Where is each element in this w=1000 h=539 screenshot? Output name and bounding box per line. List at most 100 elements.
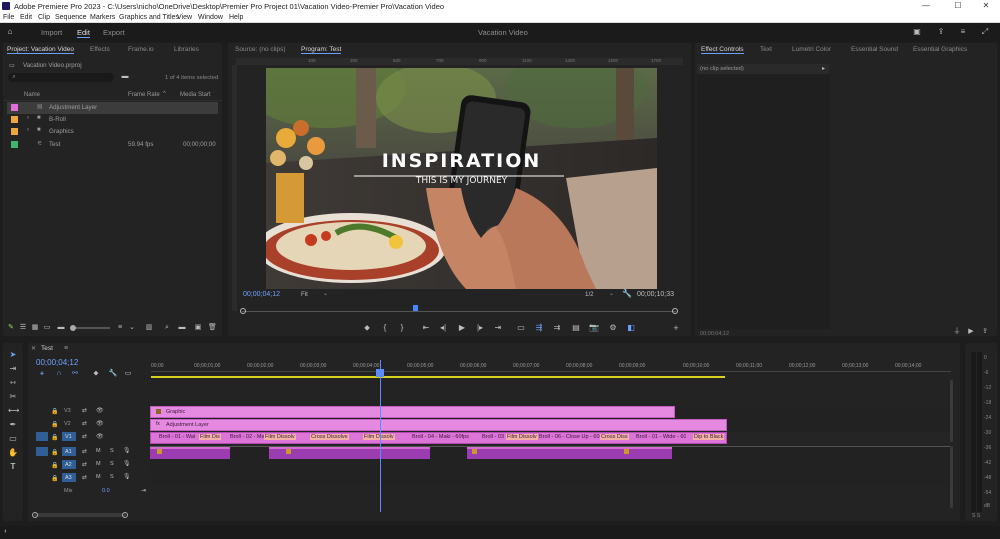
snap-icon[interactable]: ∩ <box>54 369 64 379</box>
transition-film-dissolve[interactable]: Film Dissolv <box>506 434 538 440</box>
audio-clip[interactable] <box>269 447 430 459</box>
project-item-test[interactable]: ⚟ Test 59.94 fps 00;00;00;00 <box>7 139 218 151</box>
clip-adjustment-layer[interactable]: fx Adjustment Layer <box>150 419 727 431</box>
linked-selection-icon[interactable]: ⚯ <box>70 369 80 379</box>
timeline-zoom-scrollbar[interactable] <box>32 512 128 518</box>
tab-export[interactable]: Export <box>103 28 125 37</box>
tab-frameio[interactable]: Frame.io <box>128 46 154 53</box>
list-view-icon[interactable]: ☰ <box>19 323 27 333</box>
clip-broll-06[interactable]: Broll - 06 - Close Up - 60 <box>539 434 600 440</box>
audio-clip[interactable] <box>150 447 230 459</box>
close-sequence-icon[interactable]: ✕ <box>31 345 36 352</box>
microphone-icon[interactable]: 🎙 <box>123 473 131 480</box>
new-bin-icon[interactable]: ▬ <box>120 72 130 82</box>
track-label-a3[interactable]: A3 <box>65 475 72 481</box>
sync-lock-icon[interactable]: ⇄ <box>82 448 87 455</box>
fit-chevron-down-icon[interactable]: ⌄ <box>323 290 328 297</box>
ripple-edit-tool-icon[interactable]: ⇿ <box>8 378 18 388</box>
lock-icon[interactable]: 🔒 <box>51 421 58 428</box>
project-item-b-roll[interactable]: › ■ B-Roll <box>7 114 218 126</box>
wrench-icon[interactable]: 🔧 <box>622 289 632 299</box>
sync-lock-icon[interactable]: ⇄ <box>82 407 87 414</box>
tab-import[interactable]: Import <box>41 28 62 37</box>
project-search-input[interactable]: ⌕ <box>8 73 114 82</box>
pen-tool-icon[interactable]: ✒ <box>8 420 18 430</box>
solo-button[interactable]: S <box>110 461 114 467</box>
selection-tool-icon[interactable]: ➤ <box>8 350 18 360</box>
sync-lock-icon[interactable]: ⇄ <box>82 433 87 440</box>
tab-libraries[interactable]: Libraries <box>174 46 199 53</box>
eye-icon[interactable]: 👁 <box>96 433 104 440</box>
tab-source[interactable]: Source: (no clips) <box>235 46 286 53</box>
mute-button[interactable]: M <box>96 461 101 467</box>
project-item-graphics[interactable]: › ■ Graphics <box>7 126 218 138</box>
sequence-menu-icon[interactable]: ≡ <box>64 345 68 352</box>
add-marker-icon[interactable]: ⬥ <box>362 323 372 333</box>
tab-text[interactable]: Text <box>760 46 772 53</box>
play-only-icon[interactable]: ▶ <box>966 327 976 337</box>
resolution-chevron-down-icon[interactable]: ⌄ <box>609 290 614 297</box>
nest-toggle-icon[interactable]: ⚹ <box>37 369 47 379</box>
clip-broll-03[interactable]: Broll - 03 <box>482 434 504 440</box>
scrub-in-handle[interactable] <box>240 308 246 314</box>
add-marker-icon[interactable]: ⬥ <box>91 369 101 379</box>
lock-icon[interactable]: 🔒 <box>51 462 58 469</box>
transition-cross-dissolve[interactable]: Cross Dissolve <box>310 434 349 440</box>
source-patch-v1[interactable] <box>36 432 48 441</box>
step-back-icon[interactable]: ◂| <box>438 323 448 333</box>
eye-icon[interactable]: 👁 <box>96 407 104 414</box>
solo-button[interactable]: S <box>110 474 114 480</box>
tab-essential-graphics[interactable]: Essential Graphics <box>913 46 967 53</box>
menu-graphics-and-titles[interactable]: Graphics and Titles <box>119 14 179 21</box>
audio-clip[interactable] <box>467 447 672 459</box>
step-forward-icon[interactable]: |▸ <box>475 323 485 333</box>
automate-sequence-icon[interactable]: ▥ <box>145 323 153 333</box>
track-label-a2[interactable]: A2 <box>65 462 72 468</box>
maximize-button[interactable]: ☐ <box>944 0 972 12</box>
pencil-icon[interactable]: ✎ <box>7 323 15 333</box>
menu-window[interactable]: Window <box>198 14 223 21</box>
menu-view[interactable]: View <box>177 14 192 21</box>
column-name[interactable]: Name <box>24 92 40 98</box>
transition-dip-to-black[interactable]: Dip to Black <box>693 434 725 440</box>
playhead-handle[interactable] <box>376 369 384 377</box>
sort-icon[interactable]: ≡ <box>116 323 124 333</box>
transition-film-dissolve[interactable]: Film Dissolv <box>264 434 296 440</box>
lock-icon[interactable]: 🔒 <box>51 408 58 415</box>
transition-film-dissolve[interactable]: Film Dissolv <box>363 434 395 440</box>
timeline-settings-icon[interactable]: 🔧 <box>108 369 118 379</box>
microphone-icon[interactable]: 🎙 <box>123 447 131 454</box>
expand-chevron-icon[interactable]: › <box>27 127 29 133</box>
hand-tool-icon[interactable]: ✋ <box>8 448 18 458</box>
trash-icon[interactable]: 🗑 <box>208 323 217 333</box>
find-icon[interactable]: ⌕ <box>163 323 171 333</box>
menu-lines-icon[interactable]: ≡ <box>957 27 969 37</box>
slip-tool-icon[interactable]: ⟷ <box>8 406 19 416</box>
source-patch-a1[interactable] <box>36 447 48 456</box>
track-select-tool-icon[interactable]: ⇥ <box>8 364 18 374</box>
go-to-end-icon[interactable]: ⇥ <box>141 487 146 494</box>
clip-graphic[interactable]: Graphic <box>150 406 675 418</box>
icon-view-icon[interactable]: ▦ <box>31 323 39 333</box>
new-item-icon[interactable]: ▣ <box>194 323 202 333</box>
go-to-out-icon[interactable]: ⇥ <box>493 323 503 333</box>
filter-icon[interactable]: ⏚ <box>952 327 962 337</box>
monitor-scrub-bar[interactable] <box>240 305 678 315</box>
go-to-in-icon[interactable]: ⇤ <box>421 323 431 333</box>
timeline-ruler[interactable]: 00;00 00;00;01;00 00;00;02;00 00;00;03;0… <box>151 360 951 378</box>
lock-icon[interactable]: 🔒 <box>51 434 58 441</box>
menu-sequence[interactable]: Sequence <box>55 14 87 21</box>
background-tasks-icon[interactable]: ◐ <box>4 528 8 535</box>
tab-edit[interactable]: Edit <box>77 28 90 38</box>
mark-in-icon[interactable]: { <box>380 323 390 333</box>
timeline-timecode[interactable]: 00;00;04;12 <box>36 358 78 367</box>
tab-effect-controls[interactable]: Effect Controls <box>701 46 744 54</box>
clip-broll-02[interactable]: Broll - 02 - Me <box>230 434 265 440</box>
freeform-view-icon[interactable]: ▭ <box>43 323 51 333</box>
clip-broll-04[interactable]: Broll - 04 - Maki - 60fps <box>412 434 469 440</box>
extract-icon[interactable]: ⇉ <box>552 323 562 333</box>
meter-solo-labels[interactable]: S S <box>972 513 980 519</box>
lift-icon[interactable]: ⇶ <box>534 323 544 333</box>
export-frame-icon[interactable]: 📷 <box>589 323 599 333</box>
menu-help[interactable]: Help <box>229 14 243 21</box>
